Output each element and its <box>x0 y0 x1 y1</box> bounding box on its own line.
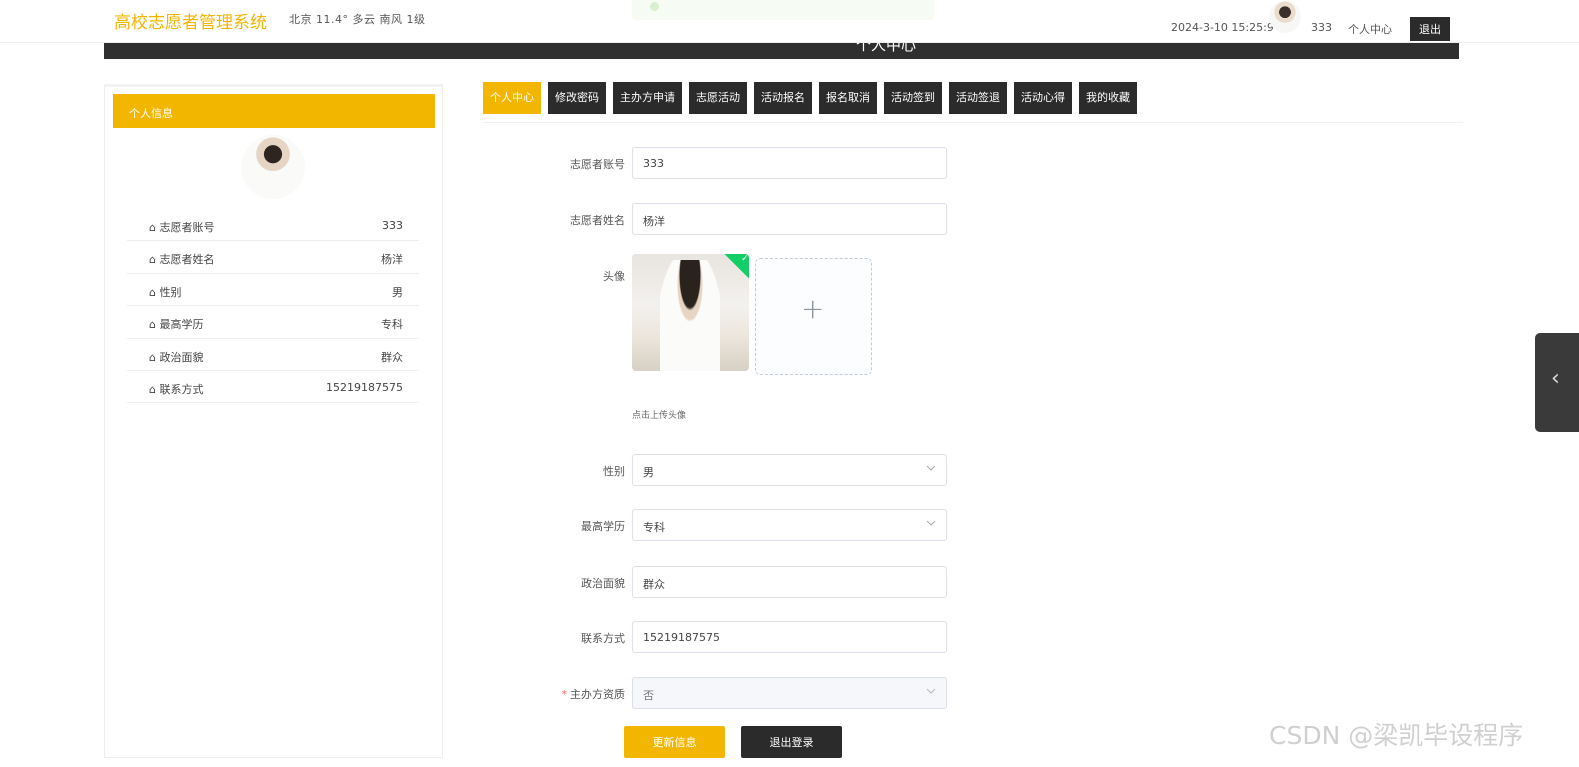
education-label: 最高学历 <box>581 520 625 533</box>
tab-my-favorites[interactable]: 我的收藏 <box>1079 82 1137 114</box>
side-panel-toggle[interactable]: ‹ <box>1535 333 1579 432</box>
tab-personal-center[interactable]: 个人中心 <box>483 82 541 114</box>
tabs-divider <box>483 122 1463 123</box>
education-select[interactable]: 专科 <box>632 509 947 541</box>
info-value: 333 <box>382 219 403 232</box>
chevron-left-icon: ‹ <box>1551 366 1560 391</box>
page-banner-title: 个人中心 <box>856 43 917 54</box>
phone-input[interactable]: 15219187575 <box>632 621 947 653</box>
user-avatar[interactable] <box>1269 1 1301 33</box>
avatar-upload-button[interactable]: + <box>755 258 872 375</box>
political-input[interactable]: 群众 <box>632 566 947 598</box>
personal-info-panel: 个人信息 ⌂ 志愿者账号 333 ⌂ 志愿者姓名 杨洋 ⌂ 性别 男 ⌂ 最高学… <box>104 84 443 758</box>
host-qualification-select[interactable]: 否 <box>632 677 947 709</box>
host-qualification-value: 否 <box>643 689 654 702</box>
user-tabs: 个人中心 修改密码 主办方申请 志愿活动 活动报名 报名取消 活动签到 活动签退… <box>483 82 1137 114</box>
account-label: 志愿者账号 <box>570 158 625 171</box>
info-label: ⌂ 联系方式 <box>149 382 204 396</box>
gender-select-value: 男 <box>643 466 654 479</box>
home-icon: ⌂ <box>149 382 156 396</box>
home-icon: ⌂ <box>149 350 156 364</box>
personal-center-link[interactable]: 个人中心 <box>1348 21 1392 37</box>
info-row-account: ⌂ 志愿者账号 333 <box>127 209 419 242</box>
chevron-down-icon <box>926 688 936 694</box>
logout-button[interactable]: 退出 <box>1410 17 1450 41</box>
top-header: 高校志愿者管理系统 北京 11.4° 多云 南风 1级 2024-3-10 15… <box>0 0 1579 43</box>
info-value: 杨洋 <box>381 253 403 267</box>
avatar-upload-hint: 点击上传头像 <box>632 411 687 421</box>
info-value: 15219187575 <box>326 380 403 394</box>
info-value: 专科 <box>381 318 403 332</box>
info-value: 男 <box>392 285 403 299</box>
check-icon: ✓ <box>741 254 749 264</box>
avatar-label: 头像 <box>603 270 625 283</box>
tab-activity-notes[interactable]: 活动心得 <box>1014 82 1072 114</box>
tab-host-apply[interactable]: 主办方申请 <box>613 82 682 114</box>
info-list: ⌂ 志愿者账号 333 ⌂ 志愿者姓名 杨洋 ⌂ 性别 男 ⌂ 最高学历 专科 … <box>127 209 419 404</box>
chevron-down-icon <box>926 520 936 526</box>
info-label: ⌂ 最高学历 <box>149 318 204 332</box>
profile-avatar <box>241 135 305 199</box>
tab-checkout[interactable]: 活动签退 <box>949 82 1007 114</box>
political-label: 政治面貌 <box>581 577 625 590</box>
info-value: 群众 <box>381 350 403 364</box>
tab-change-password[interactable]: 修改密码 <box>548 82 606 114</box>
uploaded-avatar-image[interactable]: ✓ <box>632 254 749 371</box>
info-row-phone: ⌂ 联系方式 15219187575 <box>127 371 419 404</box>
chevron-down-icon <box>926 465 936 471</box>
info-label: ⌂ 政治面貌 <box>149 350 204 364</box>
name-label: 志愿者姓名 <box>570 214 625 227</box>
gender-label: 性别 <box>603 465 625 478</box>
home-icon: ⌂ <box>149 221 156 234</box>
tab-activity-signup[interactable]: 活动报名 <box>754 82 812 114</box>
account-input[interactable]: 333 <box>632 147 947 179</box>
required-mark: * <box>561 688 568 701</box>
host-qualification-label: * 主办方资质 <box>561 688 626 701</box>
info-row-education: ⌂ 最高学历 专科 <box>127 306 419 339</box>
info-label: ⌂ 志愿者姓名 <box>149 253 215 267</box>
page-banner: 个人中心 <box>104 43 1459 59</box>
gender-select[interactable]: 男 <box>632 454 947 486</box>
name-input[interactable]: 杨洋 <box>632 203 947 235</box>
upload-success-badge: ✓ <box>723 254 749 281</box>
current-datetime: 2024-3-10 15:25:9 <box>1171 21 1274 34</box>
username: 333 <box>1311 21 1332 34</box>
education-select-value: 专科 <box>643 521 665 534</box>
toast-dot-icon <box>650 2 659 11</box>
home-icon: ⌂ <box>149 253 156 267</box>
info-row-gender: ⌂ 性别 男 <box>127 274 419 307</box>
weather-info: 北京 11.4° 多云 南风 1级 <box>289 13 426 26</box>
avatar-photo <box>660 260 720 371</box>
info-label: ⌂ 志愿者账号 <box>149 221 215 234</box>
tab-checkin[interactable]: 活动签到 <box>884 82 942 114</box>
tab-signup-cancel[interactable]: 报名取消 <box>819 82 877 114</box>
update-info-button[interactable]: 更新信息 <box>624 726 725 758</box>
home-icon: ⌂ <box>149 318 156 332</box>
phone-label: 联系方式 <box>581 632 625 645</box>
info-row-political: ⌂ 政治面貌 群众 <box>127 339 419 371</box>
toast-message <box>632 0 934 20</box>
info-label: ⌂ 性别 <box>149 285 182 299</box>
logout-account-button[interactable]: 退出登录 <box>741 726 842 758</box>
plus-icon: + <box>801 292 825 325</box>
brand-title[interactable]: 高校志愿者管理系统 <box>114 8 267 33</box>
personal-info-title: 个人信息 <box>113 94 435 128</box>
home-icon: ⌂ <box>149 285 156 299</box>
tab-volunteer-activity[interactable]: 志愿活动 <box>689 82 747 114</box>
info-row-name: ⌂ 志愿者姓名 杨洋 <box>127 241 419 274</box>
watermark: CSDN @梁凯毕设程序 <box>1269 721 1524 750</box>
